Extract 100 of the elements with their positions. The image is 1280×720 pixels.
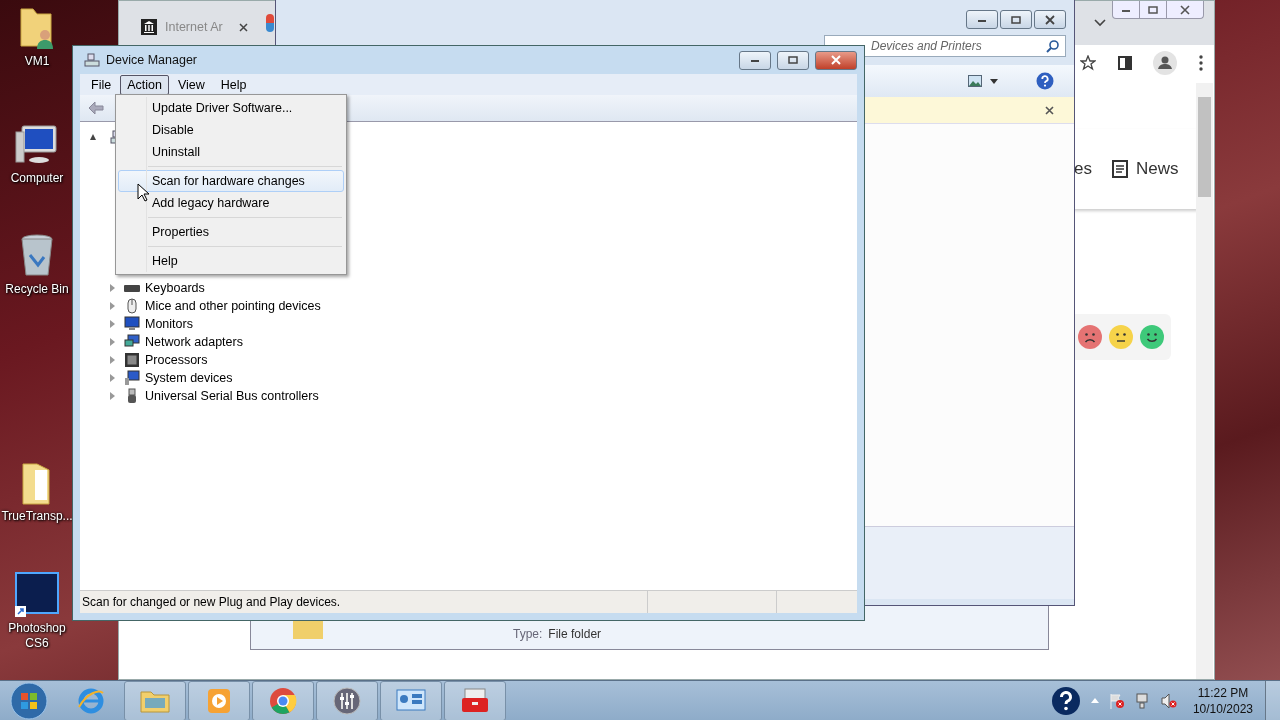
help-icon[interactable] xyxy=(1036,72,1054,90)
mouse-icon xyxy=(124,298,140,314)
search-tab[interactable]: News xyxy=(1111,159,1179,179)
picture-icon[interactable] xyxy=(968,75,982,87)
processor-icon xyxy=(124,352,140,368)
tree-item[interactable]: Universal Serial Bus controllers xyxy=(90,387,857,405)
show-desktop-button[interactable] xyxy=(1265,680,1280,720)
desktop-icon-label[interactable]: Computer xyxy=(0,171,74,186)
desktop-icon-label[interactable]: Photoshop CS6 xyxy=(0,621,74,651)
clock-date: 10/10/2023 xyxy=(1192,700,1253,717)
chrome-icon xyxy=(269,686,297,715)
clock[interactable]: 11:22 PM 10/10/2023 xyxy=(1192,684,1253,717)
expand-triangle-icon[interactable] xyxy=(110,320,115,328)
menu-item[interactable]: Properties xyxy=(118,221,344,243)
volume-muted-icon[interactable] xyxy=(1160,692,1177,709)
recycle-bin-icon[interactable] xyxy=(18,233,56,279)
close-button[interactable] xyxy=(815,50,857,70)
scrollbar[interactable] xyxy=(1196,83,1213,679)
menu-item[interactable]: Uninstall xyxy=(118,141,344,163)
close-icon[interactable] xyxy=(239,22,248,32)
minimize-button[interactable] xyxy=(739,50,771,70)
menu-item[interactable]: Scan for hardware changes xyxy=(118,170,344,192)
menu-icon[interactable] xyxy=(1199,55,1204,71)
play-icon xyxy=(207,687,231,714)
clock-time: 11:22 PM xyxy=(1197,684,1249,701)
taskbar-button[interactable] xyxy=(188,680,250,720)
side-panel-icon[interactable] xyxy=(1117,56,1132,70)
expand-triangle-icon[interactable] xyxy=(110,302,115,310)
menu-item[interactable]: View xyxy=(170,74,212,95)
maximize-icon xyxy=(1011,15,1021,24)
flag-alert-icon[interactable] xyxy=(1108,692,1125,709)
tree-item[interactable]: Mice and other pointing devices xyxy=(90,297,857,315)
folder-icon xyxy=(140,688,170,713)
close-icon xyxy=(1180,4,1190,15)
close-icon xyxy=(1045,14,1055,25)
type-value: File folder xyxy=(548,627,602,641)
star-icon[interactable] xyxy=(1079,55,1096,71)
happy-face-icon[interactable] xyxy=(1140,325,1164,349)
tree-item[interactable]: Processors xyxy=(90,351,857,369)
expand-triangle-icon[interactable] xyxy=(110,374,115,382)
news-icon xyxy=(1111,160,1128,178)
menu-item[interactable]: Disable xyxy=(118,119,344,141)
toolbox-icon xyxy=(461,687,489,714)
window-title: Device Manager xyxy=(106,53,197,67)
back-arrow-icon[interactable] xyxy=(88,101,104,115)
expander-triangle-icon[interactable] xyxy=(90,134,96,140)
neutral-face-icon[interactable] xyxy=(1109,325,1133,349)
minimize-icon xyxy=(750,57,760,63)
expand-triangle-icon[interactable] xyxy=(110,284,115,292)
search-icon xyxy=(1046,40,1059,53)
type-label: Type: xyxy=(513,627,543,641)
network-icon xyxy=(124,334,140,350)
status-text: Scan for changed or new Plug and Play devices. xyxy=(81,595,342,609)
maximize-button[interactable] xyxy=(777,50,809,70)
start-button[interactable] xyxy=(10,681,48,720)
help-icon[interactable] xyxy=(1050,685,1081,716)
close-icon xyxy=(831,55,841,65)
desktop-icon-label[interactable]: Recycle Bin xyxy=(0,282,74,297)
network-icon[interactable] xyxy=(1134,692,1151,709)
tab-favicon[interactable] xyxy=(266,14,274,32)
search-field[interactable]: Devices and Printers xyxy=(824,35,1066,57)
maximize-icon xyxy=(788,56,798,64)
expand-triangle-icon[interactable] xyxy=(110,392,115,400)
sad-face-icon[interactable] xyxy=(1078,325,1102,349)
maximize-icon xyxy=(1148,5,1158,14)
close-icon[interactable] xyxy=(1045,105,1054,115)
desktop-icon-label[interactable]: VM1 xyxy=(0,54,74,69)
expand-triangle-icon[interactable] xyxy=(110,356,115,364)
sliders-icon xyxy=(333,686,361,715)
taskbar-button[interactable] xyxy=(124,680,186,720)
close-button[interactable] xyxy=(1034,10,1066,29)
menu-item[interactable]: Help xyxy=(213,74,254,95)
desktop-icon-label[interactable]: TrueTransp... xyxy=(0,509,74,524)
menu-item[interactable]: File xyxy=(84,74,119,95)
minimize-button[interactable] xyxy=(966,10,998,29)
menu-item[interactable]: Help xyxy=(118,250,344,272)
mouse-pointer-icon xyxy=(137,183,149,202)
search-tab[interactable]: es xyxy=(1074,159,1092,179)
museum-icon xyxy=(141,19,157,35)
taskbar-button[interactable] xyxy=(380,680,442,720)
taskbar-button[interactable] xyxy=(252,680,314,720)
chevron-down-icon[interactable] xyxy=(1094,19,1106,27)
expand-triangle-icon[interactable] xyxy=(110,338,115,346)
device-manager-icon xyxy=(84,53,100,67)
tree-item[interactable]: Network adapters xyxy=(90,333,857,351)
monitor-icon xyxy=(124,316,140,332)
window-panel-icon xyxy=(396,688,426,713)
dropdown-arrow-icon[interactable] xyxy=(990,78,998,84)
photoshop-icon[interactable] xyxy=(15,572,59,618)
globe-e-icon xyxy=(77,686,105,715)
tree-item[interactable]: Monitors xyxy=(90,315,857,333)
tree-item[interactable]: Keyboards xyxy=(90,279,857,297)
tree-item[interactable]: System devices xyxy=(90,369,857,387)
taskbar-button[interactable] xyxy=(316,680,378,720)
system-icon xyxy=(124,370,140,386)
maximize-button[interactable] xyxy=(1000,10,1032,29)
profile-icon[interactable] xyxy=(1153,51,1178,75)
taskbar-button[interactable] xyxy=(444,680,506,720)
menu-item[interactable]: Add legacy hardware xyxy=(118,192,344,214)
menu-item[interactable]: Action xyxy=(120,74,169,95)
